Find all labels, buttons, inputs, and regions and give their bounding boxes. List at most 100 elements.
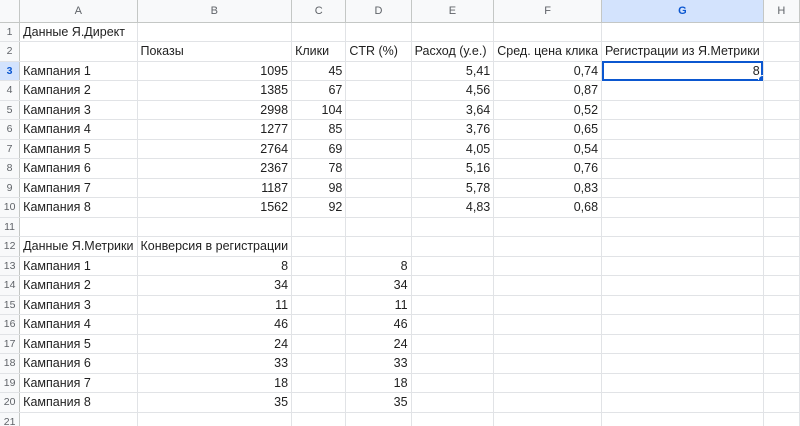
- cell-a5[interactable]: Кампания 3: [19, 100, 138, 120]
- row-header-12[interactable]: 12: [0, 236, 21, 257]
- cell-b11[interactable]: [137, 217, 293, 237]
- cell-f13[interactable]: [493, 256, 603, 276]
- cell-e21[interactable]: [411, 412, 495, 426]
- cell-e13[interactable]: [411, 256, 495, 276]
- column-header-d[interactable]: D: [345, 0, 412, 23]
- cell-d19[interactable]: 18: [345, 373, 412, 393]
- cell-h8[interactable]: [763, 158, 800, 179]
- cell-g17[interactable]: [601, 334, 764, 354]
- cell-b9[interactable]: 1187: [137, 178, 293, 198]
- cell-a13[interactable]: Кампания 1: [19, 256, 138, 276]
- cell-d13[interactable]: 8: [345, 256, 412, 276]
- cell-c9[interactable]: 98: [291, 178, 347, 198]
- cell-g15[interactable]: [601, 295, 764, 315]
- cell-h2[interactable]: [763, 41, 800, 62]
- column-header-c[interactable]: C: [291, 0, 347, 23]
- cell-d3[interactable]: [345, 61, 412, 81]
- cell-g14[interactable]: [601, 275, 764, 296]
- row-header-11[interactable]: 11: [0, 217, 21, 237]
- row-header-17[interactable]: 17: [0, 334, 21, 354]
- cell-f4[interactable]: 0,87: [493, 80, 603, 101]
- cell-g3[interactable]: 8: [601, 61, 764, 81]
- cell-f8[interactable]: 0,76: [493, 158, 603, 179]
- fill-handle[interactable]: [757, 75, 763, 80]
- cell-h1[interactable]: [763, 22, 800, 42]
- cell-f18[interactable]: [493, 353, 603, 374]
- cell-g21[interactable]: [601, 412, 764, 426]
- cell-e5[interactable]: 3,64: [411, 100, 495, 120]
- row-header-8[interactable]: 8: [0, 158, 21, 179]
- cell-a16[interactable]: Кампания 4: [19, 314, 138, 335]
- cell-b20[interactable]: 35: [137, 392, 293, 413]
- cell-g13[interactable]: [601, 256, 764, 276]
- cell-d21[interactable]: [345, 412, 412, 426]
- cell-f15[interactable]: [493, 295, 603, 315]
- cell-f17[interactable]: [493, 334, 603, 354]
- cell-a11[interactable]: [19, 217, 138, 237]
- cell-h6[interactable]: [763, 119, 800, 140]
- column-header-e[interactable]: E: [411, 0, 495, 23]
- cell-h7[interactable]: [763, 139, 800, 159]
- row-header-14[interactable]: 14: [0, 275, 21, 296]
- row-header-10[interactable]: 10: [0, 197, 21, 218]
- cell-h17[interactable]: [763, 334, 800, 354]
- cell-a12[interactable]: Данные Я.Метрики: [19, 236, 138, 257]
- cell-a4[interactable]: Кампания 2: [19, 80, 138, 101]
- cell-c13[interactable]: [291, 256, 347, 276]
- cell-d10[interactable]: [345, 197, 412, 218]
- cell-f20[interactable]: [493, 392, 603, 413]
- cell-e20[interactable]: [411, 392, 495, 413]
- cell-d7[interactable]: [345, 139, 412, 159]
- cell-f6[interactable]: 0,65: [493, 119, 603, 140]
- cell-h9[interactable]: [763, 178, 800, 198]
- cell-g16[interactable]: [601, 314, 764, 335]
- cell-b21[interactable]: [137, 412, 293, 426]
- cell-a18[interactable]: Кампания 6: [19, 353, 138, 374]
- cell-c16[interactable]: [291, 314, 347, 335]
- cell-g18[interactable]: [601, 353, 764, 374]
- row-header-6[interactable]: 6: [0, 119, 21, 140]
- cell-e16[interactable]: [411, 314, 495, 335]
- cell-d4[interactable]: [345, 80, 412, 101]
- cell-e11[interactable]: [411, 217, 495, 237]
- row-header-13[interactable]: 13: [0, 256, 21, 276]
- cell-h19[interactable]: [763, 373, 800, 393]
- cell-d11[interactable]: [345, 217, 412, 237]
- cell-b19[interactable]: 18: [137, 373, 293, 393]
- cell-f3[interactable]: 0,74: [493, 61, 603, 81]
- cell-g7[interactable]: [601, 139, 764, 159]
- cell-f16[interactable]: [493, 314, 603, 335]
- cell-d2[interactable]: CTR (%): [345, 41, 412, 62]
- cell-d6[interactable]: [345, 119, 412, 140]
- cell-e3[interactable]: 5,41: [411, 61, 495, 81]
- cell-e12[interactable]: [411, 236, 495, 257]
- cell-e8[interactable]: 5,16: [411, 158, 495, 179]
- row-header-1[interactable]: 1: [0, 22, 21, 42]
- cell-b16[interactable]: 46: [137, 314, 293, 335]
- cell-d20[interactable]: 35: [345, 392, 412, 413]
- cell-a15[interactable]: Кампания 3: [19, 295, 138, 315]
- row-header-3[interactable]: 3: [0, 61, 21, 81]
- cell-b5[interactable]: 2998: [137, 100, 293, 120]
- column-header-f[interactable]: F: [493, 0, 603, 23]
- cell-a7[interactable]: Кампания 5: [19, 139, 138, 159]
- cell-h13[interactable]: [763, 256, 800, 276]
- cell-f1[interactable]: [493, 22, 603, 42]
- cell-g12[interactable]: [601, 236, 764, 257]
- cell-h3[interactable]: [763, 61, 800, 81]
- cell-a19[interactable]: Кампания 7: [19, 373, 138, 393]
- column-header-b[interactable]: B: [137, 0, 293, 23]
- cell-c1[interactable]: [291, 22, 347, 42]
- column-header-h[interactable]: H: [763, 0, 800, 23]
- cell-c19[interactable]: [291, 373, 347, 393]
- cell-a8[interactable]: Кампания 6: [19, 158, 138, 179]
- cell-e15[interactable]: [411, 295, 495, 315]
- cell-c12[interactable]: [291, 236, 347, 257]
- row-header-5[interactable]: 5: [0, 100, 21, 120]
- cell-g10[interactable]: [601, 197, 764, 218]
- cell-c20[interactable]: [291, 392, 347, 413]
- cell-f2[interactable]: Сред. цена клика: [493, 41, 603, 62]
- cell-b6[interactable]: 1277: [137, 119, 293, 140]
- cell-f14[interactable]: [493, 275, 603, 296]
- cell-f21[interactable]: [493, 412, 603, 426]
